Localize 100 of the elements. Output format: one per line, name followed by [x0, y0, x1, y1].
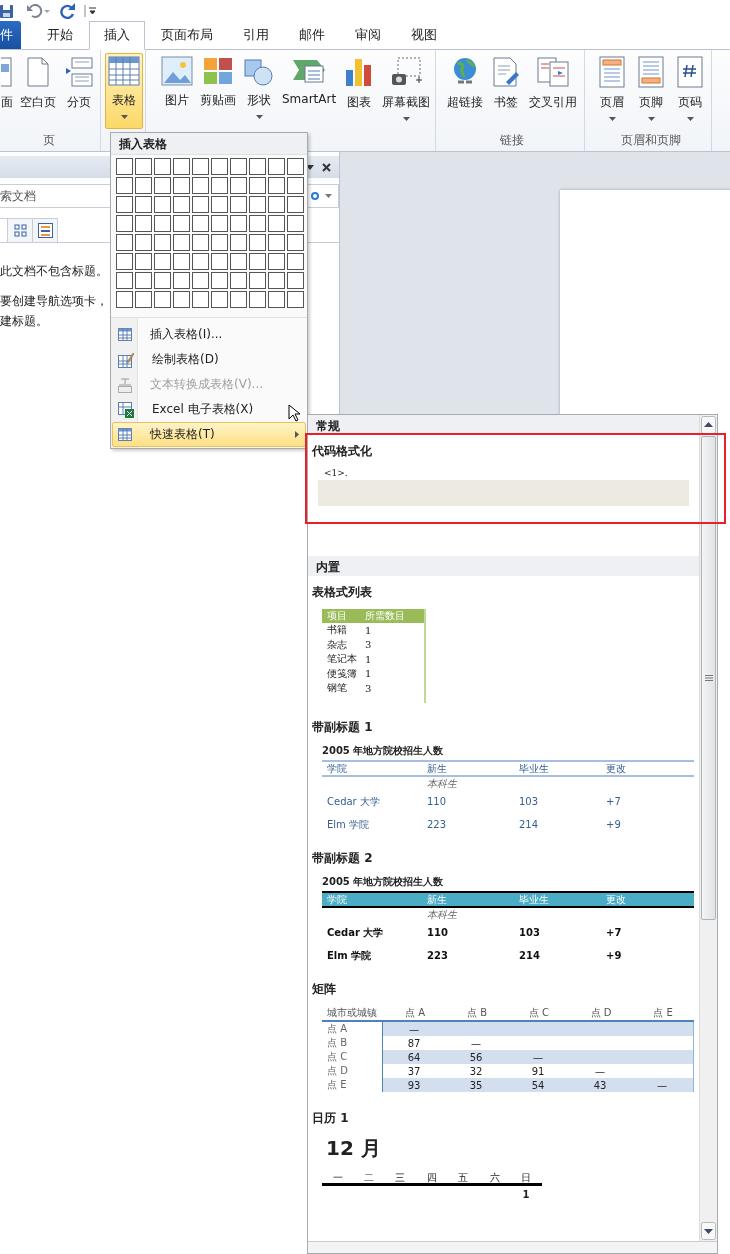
table-cell: 43: [593, 1079, 607, 1091]
table-cell-text: 书籍: [326, 623, 348, 638]
month-title: 12 月: [326, 1135, 382, 1162]
column-header: 新生: [426, 761, 448, 776]
ribbon-button[interactable]: 图表: [340, 53, 379, 129]
ribbon-button[interactable]: 页脚: [632, 53, 671, 129]
table-cell: —: [471, 1037, 481, 1049]
ribbon-button[interactable]: 页码: [671, 53, 710, 129]
table-cell-text: +7: [606, 796, 622, 807]
table-cell: 87: [407, 1037, 421, 1049]
row-header: 点 C: [326, 1050, 349, 1064]
scroll-up-button[interactable]: [701, 416, 716, 434]
weekday-label: 日: [520, 1170, 533, 1185]
footer-icon: [638, 56, 665, 88]
table-size-grid[interactable]: [116, 158, 306, 311]
menu-item[interactable]: 快速表格(T): [112, 422, 306, 447]
menu-item[interactable]: 插入表格(I)...: [112, 322, 306, 347]
ribbon-tab[interactable]: 页面布局: [147, 21, 227, 49]
gallery-item[interactable]: 表格式列表 项目 所需数目 书籍 1 杂志 3 笔记本 1 便笺簿 1 钢笔 3: [308, 576, 699, 711]
scroll-down-button[interactable]: [701, 1222, 716, 1240]
ribbon-button[interactable]: SmartArt: [279, 53, 340, 129]
table-cell-text: 223: [426, 950, 449, 961]
row-header: 点 E: [326, 1078, 348, 1092]
file-tab[interactable]: 件: [0, 21, 21, 49]
table-cell: 35: [469, 1079, 483, 1091]
table-cell-text: +9: [606, 950, 623, 961]
weekday-label: 三: [394, 1170, 407, 1185]
table-cell: 91: [531, 1065, 545, 1077]
table-cell-text: 214: [518, 819, 540, 830]
ribbon-button[interactable]: 表格: [105, 53, 143, 129]
menu-item[interactable]: 绘制表格(D): [112, 347, 306, 372]
page-break-icon: [64, 56, 94, 88]
message-text: 建标题。: [0, 313, 49, 330]
spreadsheet-icon: [118, 401, 134, 418]
ribbon-tab[interactable]: 开始: [33, 21, 87, 49]
ribbon-button[interactable]: 屏幕截图: [379, 53, 434, 129]
table-caption: 2005 年地方院校招生人数: [322, 875, 445, 889]
ribbon-button[interactable]: 交叉引用: [526, 53, 581, 129]
table-cell-text: 钢笔: [326, 681, 348, 696]
table-icon: [118, 428, 132, 441]
ribbon-tab[interactable]: 邮件: [285, 21, 339, 49]
column-header: 点 D: [589, 1006, 613, 1020]
ribbon-button[interactable]: 页眉: [593, 53, 632, 129]
ribbon-button[interactable]: 分页: [60, 53, 98, 129]
ribbon-button[interactable]: 面: [0, 53, 16, 129]
table-cell-text: Elm 学院: [326, 948, 373, 963]
ribbon-tab[interactable]: 审阅: [341, 21, 395, 49]
gallery-item[interactable]: 矩阵 城市或城镇 点 A 点 B 点 C 点 D 点 E 点 A — 点 B 87 — 点 C 64 56 — 点 D 37 32 91 — 点 E 93 35 54 43 —: [308, 973, 699, 1102]
thumbnails-icon: [13, 224, 27, 237]
scroll-thumb[interactable]: [701, 436, 716, 920]
close-icon[interactable]: [322, 162, 331, 172]
ribbon-button[interactable]: 书签: [487, 53, 526, 129]
cross-reference-icon: [536, 56, 571, 88]
table-cell-text: +7: [606, 927, 623, 938]
ribbon-button[interactable]: 空白页: [17, 53, 59, 129]
message-text: 要创建导航选项卡，: [0, 293, 109, 310]
table-cell-text: 1: [364, 653, 373, 665]
day-number: 1: [522, 1188, 530, 1200]
column-header: 学院: [326, 892, 348, 907]
mouse-pointer-icon: [288, 404, 300, 422]
column-header: 更改: [606, 892, 627, 907]
group-label: 本科生: [427, 778, 457, 789]
table-cell: —: [533, 1051, 543, 1063]
table-cell-text: 214: [518, 950, 541, 961]
column-header: 更改: [606, 761, 627, 776]
pages-tab[interactable]: [8, 218, 33, 242]
column-header: 项目: [326, 609, 348, 623]
gallery-item[interactable]: 带副标题 2 2005 年地方院校招生人数 学院 新生 毕业生 更改 本科生 Cedar 大学 110 103 +7 Elm 学院 223 214 +9: [308, 842, 699, 973]
table-cell-text: 3: [364, 639, 373, 651]
gallery-item[interactable]: 日历 1 12 月 一 二 三 四 五 六 日 1: [308, 1102, 699, 1206]
ribbon-button[interactable]: 形状: [240, 53, 278, 129]
caret-icon: [686, 117, 694, 121]
table-cell: 56: [469, 1051, 483, 1063]
table-cell-text: 3: [364, 682, 373, 694]
ribbon-tab[interactable]: 视图: [397, 21, 451, 49]
column-header: 城市或城镇: [326, 1006, 378, 1020]
column-header: 毕业生: [518, 892, 550, 907]
gallery-item[interactable]: 带副标题 1 2005 年地方院校招生人数 学院 新生 毕业生 更改 本科生 Cedar 大学 110 103 +7 Elm 学院 223 214 +9: [308, 711, 699, 842]
table-cell: 93: [407, 1079, 421, 1091]
menu-title: 插入表格: [111, 133, 307, 155]
search-icon: [311, 190, 321, 202]
table-cell-text: 1: [364, 624, 373, 636]
results-tab[interactable]: [33, 218, 58, 242]
ribbon-button[interactable]: 图片: [158, 53, 196, 129]
menu-item[interactable]: Excel 电子表格(X): [112, 397, 306, 422]
table-cell: —: [409, 1023, 419, 1035]
ribbon-button[interactable]: 超链接: [444, 53, 487, 129]
list-results-icon: [37, 223, 53, 238]
page-number-icon: [677, 56, 704, 88]
ribbon-tab[interactable]: 插入: [89, 21, 145, 50]
table-icon: [108, 56, 140, 86]
gallery-item[interactable]: 代码格式化 <1>.: [308, 435, 699, 510]
table-cell-text: 103: [518, 796, 540, 807]
customize-toolbar-icon[interactable]: [84, 4, 96, 18]
undo-icon[interactable]: [26, 4, 50, 18]
save-icon[interactable]: [0, 4, 14, 18]
ribbon-tab[interactable]: 引用: [229, 21, 283, 49]
table-icon: [118, 328, 132, 341]
ribbon-button[interactable]: 剪贴画: [197, 53, 239, 129]
redo-icon[interactable]: [60, 3, 76, 19]
